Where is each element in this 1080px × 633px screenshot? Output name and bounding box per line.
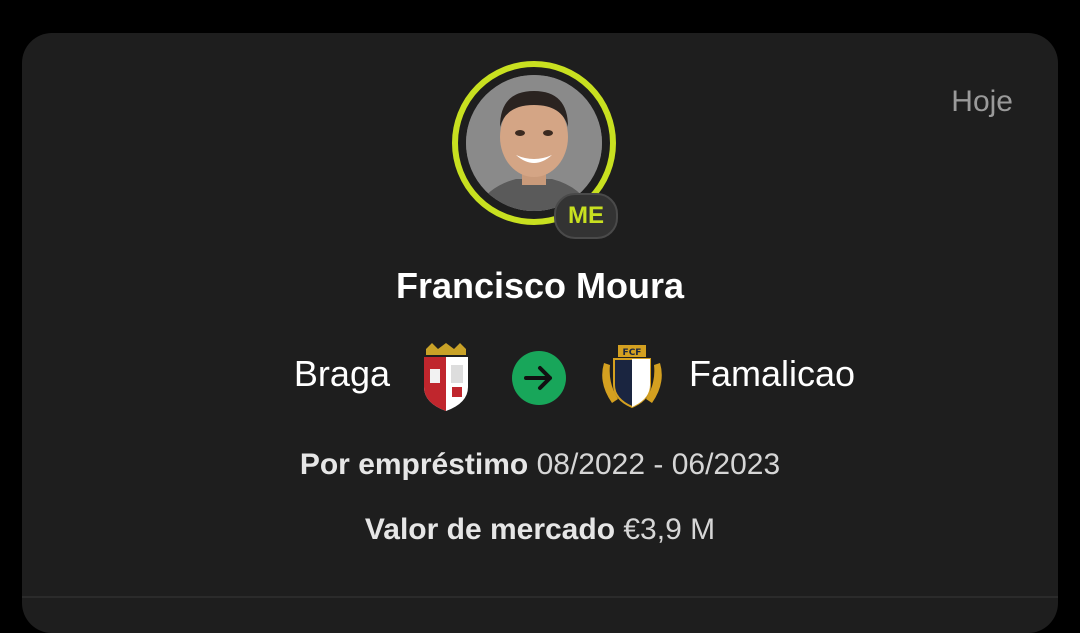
loan-period: 08/2022 - 06/2023 (536, 448, 781, 481)
divider (22, 596, 1058, 598)
date-label: Hoje (951, 85, 1013, 118)
transfer-card[interactable]: Hoje ME Francisco Moura Braga FCF Famali… (22, 33, 1058, 633)
player-photo (466, 75, 602, 211)
loan-label: Por empréstimo (299, 448, 529, 481)
position-badge: ME (554, 193, 618, 239)
player-name[interactable]: Francisco Moura (22, 265, 1058, 307)
braga-crest-icon[interactable] (418, 343, 474, 411)
to-club-name[interactable]: Famalicao (689, 353, 855, 395)
from-club-name[interactable]: Braga (294, 353, 390, 395)
market-value-label: Valor de mercado (364, 513, 616, 546)
market-value-info: Valor de mercado €3,9 M (22, 513, 1058, 547)
loan-info: Por empréstimo 08/2022 - 06/2023 (22, 448, 1058, 482)
famalicao-crest-icon[interactable]: FCF (598, 343, 666, 411)
svg-text:FCF: FCF (623, 348, 642, 358)
transfer-row: Braga FCF Famalicao (22, 343, 1058, 413)
arrow-right-icon (512, 351, 566, 405)
market-value: €3,9 M (623, 513, 716, 546)
